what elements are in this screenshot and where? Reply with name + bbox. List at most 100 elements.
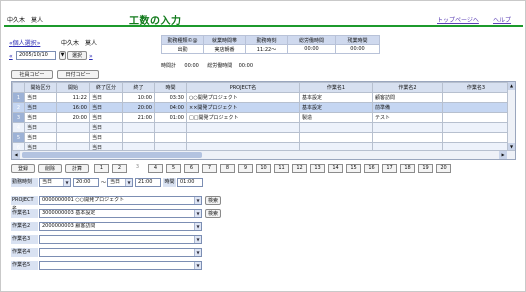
cell-work2[interactable] [372, 132, 443, 143]
grid-header[interactable]: PROJECT名 [186, 82, 300, 93]
date-dropdown-icon[interactable]: ▼ [59, 51, 66, 60]
date-input[interactable]: 2005/10/10 [16, 51, 56, 60]
table-row[interactable]: 3 当日 20:00 当日 21:00 01:00 □□開発プロジェクト 製造 … [12, 112, 510, 123]
page-button[interactable]: 10 [256, 164, 271, 173]
cell-end-kubun[interactable]: 当日 [89, 102, 123, 113]
cell-end[interactable] [122, 122, 155, 133]
page-button[interactable]: 8 [220, 164, 235, 173]
top-page-link[interactable]: トップページへ [437, 15, 479, 24]
work5-select[interactable]: ▼ [39, 261, 202, 270]
cell-end[interactable] [122, 132, 155, 143]
cell-start[interactable] [56, 122, 90, 133]
page-button[interactable]: 16 [364, 164, 379, 173]
cell-start-kubun[interactable]: 当日 [24, 122, 57, 133]
start-time-input[interactable]: 20:00 [73, 178, 99, 187]
table-row[interactable]: 5 当日 当日 [12, 132, 510, 143]
cell-work1[interactable]: 製造 [299, 112, 373, 123]
cell-work1[interactable] [299, 122, 373, 133]
page-button[interactable]: 7 [202, 164, 217, 173]
grid-header[interactable]: 終了区分 [89, 82, 123, 93]
page-button[interactable]: 20 [436, 164, 451, 173]
cell-start[interactable]: 20:00 [56, 112, 90, 123]
work1-search-button[interactable]: 検索 [205, 209, 221, 218]
grid-header[interactable]: 開始 [56, 82, 90, 93]
delete-button[interactable]: 削除 [38, 164, 62, 173]
grid-header[interactable]: 作業名1 [299, 82, 373, 93]
work1-select[interactable]: 3000000003 基本設定 ▼ [39, 209, 202, 218]
start-kubun-select[interactable]: 当日 ▼ [39, 178, 71, 187]
cell-time[interactable]: 01:00 [154, 112, 187, 123]
cell-work1[interactable]: 基本設定 [299, 102, 373, 113]
cell-work2[interactable]: 前準備 [372, 102, 443, 113]
cell-time[interactable] [154, 122, 187, 133]
cell-time[interactable]: 04:00 [154, 102, 187, 113]
cell-start-kubun[interactable]: 当日 [24, 102, 57, 113]
page-button[interactable]: 15 [346, 164, 361, 173]
cell-project[interactable]: ××開発プロジェクト [186, 102, 300, 113]
cell-work3[interactable] [442, 112, 510, 123]
page-button[interactable]: 6 [184, 164, 199, 173]
cell-project[interactable] [186, 132, 300, 143]
table-row[interactable]: 2 当日 16:00 当日 20:00 04:00 ××開発プロジェクト 基本設… [12, 102, 510, 113]
cell-start-kubun[interactable]: 当日 [24, 132, 57, 143]
page-button[interactable]: 9 [238, 164, 253, 173]
cell-start[interactable]: 11:22 [56, 92, 90, 103]
table-row[interactable]: 4 当日 当日 [12, 122, 510, 133]
personal-select-link[interactable]: «個人選択» [9, 38, 40, 47]
cell-end-kubun[interactable]: 当日 [89, 112, 123, 123]
cell-end-kubun[interactable]: 当日 [89, 122, 123, 133]
next-date-icon[interactable]: » [89, 53, 93, 60]
project-select[interactable]: 0000000001 ○○開発プロジェクト ▼ [39, 196, 202, 205]
work3-select[interactable]: ▼ [39, 235, 202, 244]
table-row[interactable]: 1 当日 11:22 当日 10:00 03:30 ○○開発プロジェクト 基本設… [12, 92, 510, 103]
employee-copy-button[interactable]: 社員コピー [11, 70, 53, 79]
grid-header[interactable]: 作業名2 [372, 82, 443, 93]
cell-start[interactable] [56, 132, 90, 143]
page-button[interactable]: 11 [274, 164, 289, 173]
horizontal-scrollbar[interactable]: ◀ ▶ [12, 150, 515, 159]
end-kubun-select[interactable]: 当日 ▼ [107, 178, 133, 187]
grid-header[interactable]: 作業名3 [442, 82, 510, 93]
cell-start-kubun[interactable]: 当日 [24, 92, 57, 103]
page-button[interactable]: 19 [418, 164, 433, 173]
page-button[interactable]: 18 [400, 164, 415, 173]
end-time-input[interactable]: 21:00 [135, 178, 161, 187]
project-search-button[interactable]: 検索 [205, 196, 221, 205]
cell-work1[interactable]: 基本設定 [299, 92, 373, 103]
cell-end-kubun[interactable]: 当日 [89, 92, 123, 103]
cell-work3[interactable] [442, 92, 510, 103]
cell-time[interactable] [154, 132, 187, 143]
date-copy-button[interactable]: 日付コピー [57, 70, 99, 79]
page-button[interactable]: 5 [166, 164, 181, 173]
page-button[interactable]: 13 [310, 164, 325, 173]
help-link[interactable]: ヘルプ [493, 15, 511, 24]
cell-end-kubun[interactable]: 当日 [89, 132, 123, 143]
time-input[interactable]: 01:00 [177, 178, 203, 187]
date-select-button[interactable]: 選択 [67, 51, 87, 60]
prev-date-icon[interactable]: « [9, 53, 13, 60]
cell-work1[interactable] [299, 132, 373, 143]
grid-header[interactable]: 開始区分 [24, 82, 57, 93]
cell-work3[interactable] [442, 132, 510, 143]
page-button[interactable]: 12 [292, 164, 307, 173]
work4-select[interactable]: ▼ [39, 248, 202, 257]
cell-work3[interactable] [442, 102, 510, 113]
vertical-scrollbar[interactable]: ▲ ▼ [507, 82, 515, 151]
scroll-up-icon[interactable]: ▲ [508, 82, 515, 90]
work2-select[interactable]: 2000000003 顧客訪問 ▼ [39, 222, 202, 231]
scroll-left-icon[interactable]: ◀ [12, 151, 20, 159]
cell-end[interactable]: 20:00 [122, 102, 155, 113]
cell-start[interactable]: 16:00 [56, 102, 90, 113]
page-button[interactable]: 14 [328, 164, 343, 173]
cell-work2[interactable]: 顧客訪問 [372, 92, 443, 103]
calculate-button[interactable]: 計算 [65, 164, 89, 173]
page-button[interactable]: 2 [112, 164, 127, 173]
cell-project[interactable]: ○○開発プロジェクト [186, 92, 300, 103]
page-button[interactable]: 1 [94, 164, 109, 173]
cell-work2[interactable]: テスト [372, 112, 443, 123]
cell-project[interactable] [186, 122, 300, 133]
cell-project[interactable]: □□開発プロジェクト [186, 112, 300, 123]
page-button[interactable]: 17 [382, 164, 397, 173]
cell-end[interactable]: 21:00 [122, 112, 155, 123]
scroll-thumb[interactable] [22, 152, 202, 158]
